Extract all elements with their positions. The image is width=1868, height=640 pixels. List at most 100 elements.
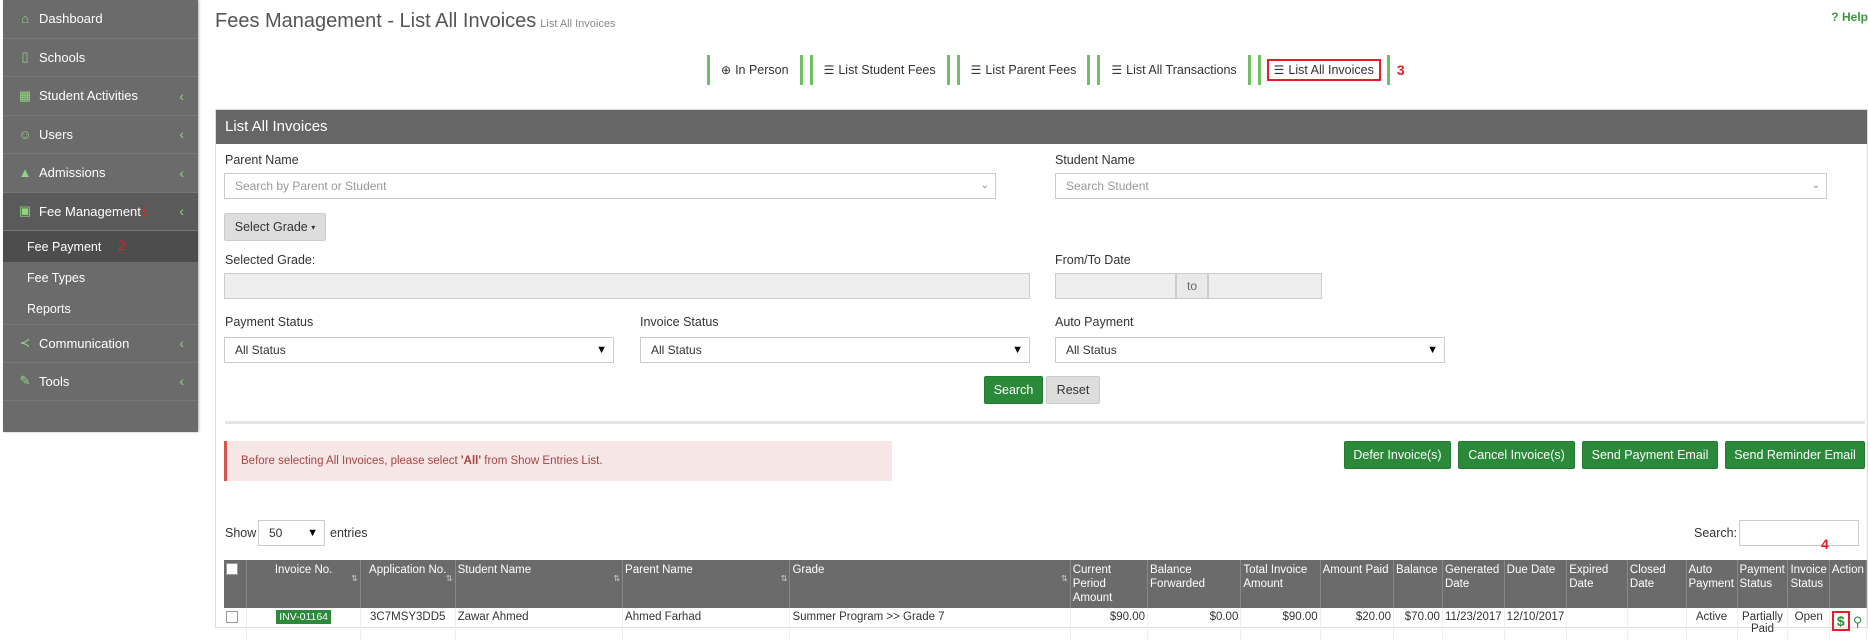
search-button[interactable]: Search xyxy=(984,376,1043,404)
sidebar-item-label: Dashboard xyxy=(39,11,103,27)
column-header[interactable]: Parent Name ⇅ xyxy=(622,560,791,608)
step-marker: 4 xyxy=(1821,536,1829,552)
defer-invoices-button[interactable]: Defer Invoice(s) xyxy=(1344,441,1451,469)
tab-bar: ⊕ In Person ☰ List Student Fees ☰ List Pare… xyxy=(707,55,1405,85)
sidebar-item-admissions[interactable]: ▲ Admissions ‹ xyxy=(3,154,198,193)
tab-list-all-invoices[interactable]: ☰ List All Invoices xyxy=(1257,55,1390,85)
tab-label: List Student Fees xyxy=(838,63,936,77)
header-label: Due Date xyxy=(1506,564,1556,576)
column-header[interactable]: Auto Payment xyxy=(1686,560,1738,608)
fee-icon: ▣ xyxy=(18,203,32,219)
column-header[interactable]: Grade ⇅ xyxy=(789,560,1071,608)
sidebar-item-student-activities[interactable]: ▦ Student Activities ‹ xyxy=(3,77,198,116)
send-payment-email-button[interactable]: Send Payment Email xyxy=(1582,441,1718,469)
help-link[interactable]: ? Help xyxy=(1831,10,1868,24)
reset-button[interactable]: Reset xyxy=(1046,376,1100,404)
tab-list-student-fees[interactable]: ☰ List Student Fees xyxy=(809,55,950,85)
header-label: Application No. xyxy=(369,564,447,576)
column-header[interactable]: Invoice Status xyxy=(1787,560,1830,608)
sidebar: ⌂ Dashboard ▯ Schools ▦ Student Activiti… xyxy=(3,0,198,432)
home-icon: ⌂ xyxy=(21,11,29,27)
parent-name-input[interactable]: Search by Parent or Student ⌄ xyxy=(224,173,996,199)
list-icon: ☰ xyxy=(823,63,835,77)
chevron-left-icon: ‹ xyxy=(179,373,184,390)
row-checkbox-cell[interactable] xyxy=(224,608,248,640)
chevron-left-icon: ‹ xyxy=(179,335,184,352)
invoice-badge[interactable]: INV-01164 xyxy=(276,610,332,624)
header-label: Parent Name xyxy=(625,564,693,576)
sidebar-item-dashboard[interactable]: ⌂ Dashboard xyxy=(3,0,198,39)
page-title: Fees Management - List All Invoices List … xyxy=(215,10,615,33)
cancel-invoices-button[interactable]: Cancel Invoice(s) xyxy=(1458,441,1575,469)
school-icon: ▯ xyxy=(21,49,29,65)
header-label: Auto Payment xyxy=(1688,564,1734,590)
calendar-icon: ▦ xyxy=(18,87,32,103)
select-all-checkbox[interactable] xyxy=(226,563,238,575)
column-header[interactable]: Balance xyxy=(1393,560,1443,608)
select-all-alert: Before selecting All Invoices, please se… xyxy=(224,441,892,481)
student-name-cell: Zawar Ahmed xyxy=(455,608,624,640)
column-header[interactable]: Total Invoice Amount xyxy=(1240,560,1321,608)
header-label: Balance xyxy=(1396,564,1438,576)
tab-in-person[interactable]: ⊕ In Person xyxy=(707,55,803,85)
payment-status-select[interactable]: All Status ▼ xyxy=(224,337,614,363)
sidebar-item-label: Tools xyxy=(39,373,70,389)
header-label: Payment Status xyxy=(1739,564,1785,590)
row-checkbox[interactable] xyxy=(226,611,238,623)
tab-list-all-transactions[interactable]: ☰ List All Transactions xyxy=(1097,55,1251,85)
entries-select[interactable]: 50 ▼ xyxy=(258,520,325,546)
balance-forwarded-cell: $0.00 xyxy=(1147,608,1242,640)
sidebar-subitem-fee-types[interactable]: Fee Types xyxy=(3,262,198,293)
column-header[interactable]: Expired Date xyxy=(1566,560,1628,608)
student-name-label: Student Name xyxy=(1055,153,1135,167)
expired-date-cell xyxy=(1566,608,1628,640)
column-header[interactable]: Invoice No. ⇅ xyxy=(246,560,361,608)
closed-date-cell xyxy=(1627,608,1687,640)
pay-dollar-icon[interactable]: $ xyxy=(1831,611,1850,631)
sidebar-subitem-reports[interactable]: Reports xyxy=(3,293,198,324)
to-date-input[interactable] xyxy=(1208,273,1322,299)
column-header[interactable]: Amount Paid xyxy=(1320,560,1395,608)
column-header[interactable]: Student Name ⇅ xyxy=(455,560,624,608)
column-header[interactable]: Current Period Amount xyxy=(1070,560,1149,608)
auto-payment-select[interactable]: All Status ▼ xyxy=(1055,337,1445,363)
column-header[interactable]: Application No. ⇅ xyxy=(360,560,456,608)
total-invoice-amount-cell: $90.00 xyxy=(1240,608,1321,640)
column-header[interactable]: Generated Date xyxy=(1442,560,1505,608)
send-reminder-email-button[interactable]: Send Reminder Email xyxy=(1725,441,1865,469)
divider xyxy=(225,421,1865,424)
sidebar-subitem-label: Reports xyxy=(27,301,71,316)
panel-title: List All Invoices xyxy=(216,110,1867,144)
table-search-label: Search: xyxy=(1694,526,1738,540)
tab-list-parent-fees[interactable]: ☰ List Parent Fees xyxy=(956,55,1091,85)
sidebar-item-label: Communication xyxy=(39,335,130,351)
invoice-status-cell: Open xyxy=(1787,608,1830,640)
student-name-input[interactable]: Search Student ⌄ xyxy=(1055,173,1827,199)
table-search-input[interactable] xyxy=(1739,520,1859,546)
view-magnifier-icon[interactable]: ⚲ xyxy=(1853,614,1863,629)
sidebar-item-tools[interactable]: ✎ Tools ‹ xyxy=(3,363,198,401)
select-grade-button[interactable]: Select Grade ▾ xyxy=(224,213,326,241)
sidebar-item-communication[interactable]: ≺ Communication ‹ xyxy=(3,324,198,363)
header-label: Invoice Status xyxy=(1790,564,1827,590)
column-header[interactable]: Balance Forwarded xyxy=(1147,560,1242,608)
header-label: Balance Forwarded xyxy=(1150,564,1205,590)
sidebar-subitem-fee-payment[interactable]: Fee Payment 2 xyxy=(3,231,198,262)
from-date-input[interactable] xyxy=(1055,273,1176,299)
chevron-left-icon: ‹ xyxy=(179,87,184,104)
step-marker: 3 xyxy=(1396,62,1405,78)
invoice-no-cell: INV-01164 xyxy=(246,608,361,640)
select-all-checkbox-cell[interactable] xyxy=(224,560,248,608)
column-header[interactable]: Closed Date xyxy=(1627,560,1687,608)
sidebar-item-users[interactable]: ☺ Users ‹ xyxy=(3,116,198,154)
column-header[interactable]: Due Date xyxy=(1504,560,1568,608)
sidebar-item-fee-management[interactable]: ▣ Fee Management 1 ‹ xyxy=(3,192,198,231)
invoice-status-select[interactable]: All Status ▼ xyxy=(640,337,1030,363)
header-label: Grade xyxy=(792,564,825,576)
header-label: Generated Date xyxy=(1444,564,1500,590)
alert-text: Before selecting All Invoices, please se… xyxy=(241,455,461,467)
sidebar-item-schools[interactable]: ▯ Schools xyxy=(3,39,198,77)
tab-label: List Parent Fees xyxy=(985,63,1077,77)
column-header[interactable]: Payment Status xyxy=(1737,560,1789,608)
caret-down-icon: ▼ xyxy=(1427,344,1438,356)
